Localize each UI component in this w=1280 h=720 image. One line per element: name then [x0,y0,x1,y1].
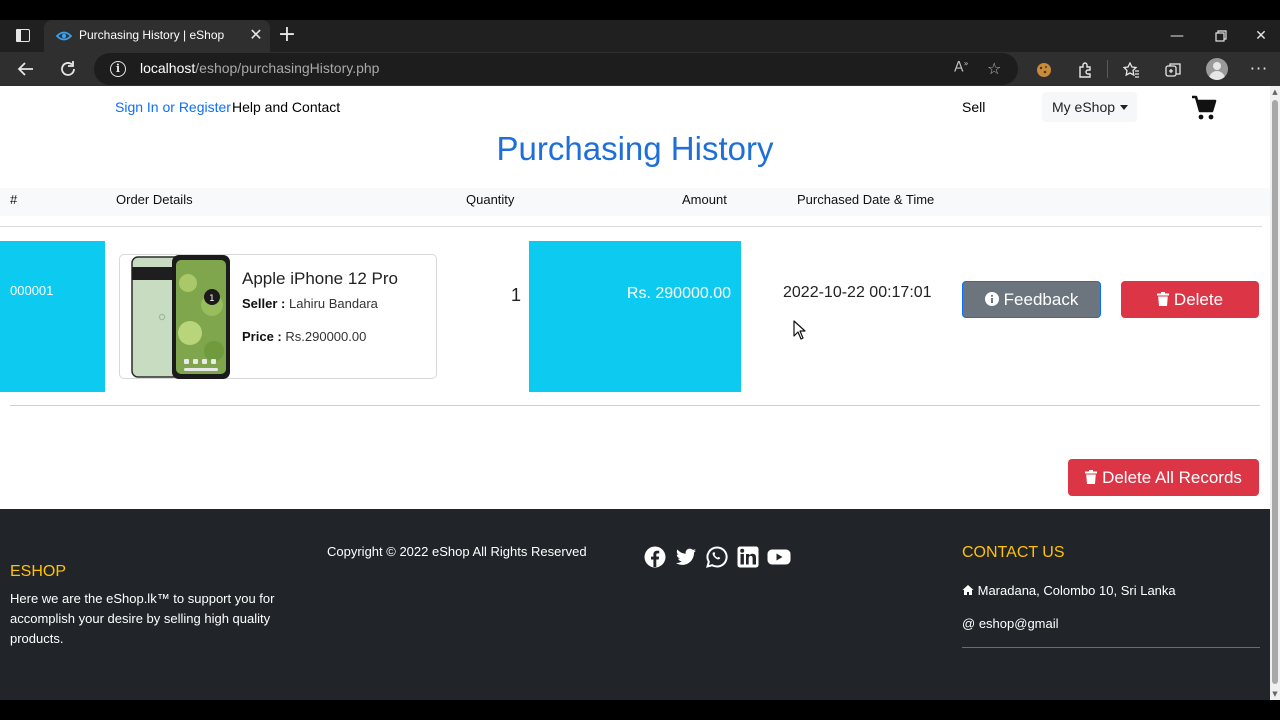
extensions-icon[interactable] [1074,58,1096,80]
url-host: localhost [140,60,196,76]
column-header-quantity: Quantity [466,192,515,207]
seller-name: Lahiru Bandara [288,296,378,311]
minimize-icon[interactable]: — [1154,20,1200,52]
footer-brand: ESHOP [10,563,67,580]
page-viewport: Sign In or Register Help and Contact Sel… [0,86,1270,700]
contact-address-text: Maradana, Colombo 10, Sri Lanka [977,583,1176,598]
table-header: # Order Details Quantity Amount Purchase… [0,188,1270,216]
restore-icon[interactable] [1198,20,1244,52]
scroll-up-icon[interactable]: ▲ [1271,88,1279,96]
at-sign-icon: @ [962,616,976,631]
product-name: Apple iPhone 12 Pro [242,269,398,288]
address-bar[interactable]: i localhost/eshop/purchasingHistory.php … [94,53,1018,85]
price-value: Rs.290000.00 [285,329,367,344]
youtube-icon[interactable] [767,546,791,568]
close-window-icon[interactable]: ✕ [1242,20,1280,52]
more-options-icon[interactable]: ··· [1248,58,1270,80]
delete-button[interactable]: Delete [1121,281,1259,318]
contact-address: Maradana, Colombo 10, Sri Lanka [962,583,1176,598]
cookie-extension-icon[interactable] [1033,58,1055,80]
delete-label: Delete [1173,290,1224,309]
feedback-button[interactable]: Feedback [962,281,1101,318]
column-header-purchased-datetime: Purchased Date & Time [797,192,935,207]
my-eshop-dropdown[interactable]: My eShop [1042,92,1137,122]
info-circle-icon [984,292,999,307]
add-favorite-icon[interactable]: ☆ [987,59,1001,78]
product-image: 1 [131,255,230,379]
trash-icon [1156,292,1169,307]
seller-line: Seller : Lahiru Bandara [242,296,378,311]
tab-actions-icon[interactable] [14,27,32,45]
contact-email[interactable]: @ eshop@gmail [962,616,1059,631]
row-divider [10,405,1260,406]
column-header-order-details: Order Details [116,192,193,207]
contact-email-text: eshop@gmail [978,616,1059,631]
quantity-value: 1 [511,285,522,305]
price-label: Price : [242,329,282,344]
price-line: Price : Rs.290000.00 [242,329,366,344]
url-text[interactable]: localhost/eshop/purchasingHistory.php [140,60,379,76]
order-id: 000001 [10,283,54,298]
eshop-favicon-icon [56,31,72,41]
delete-all-label: Delete All Records [1102,468,1242,487]
profile-avatar[interactable] [1206,58,1228,80]
help-contact-link[interactable]: Help and Contact [232,99,340,115]
linkedin-icon[interactable] [737,546,759,568]
amount-cell: Rs. 290000.00 [529,241,741,392]
scroll-down-icon[interactable]: ▼ [1271,690,1279,698]
column-header-number: # [10,192,18,207]
contact-us-title: CONTACT US [962,544,1065,561]
feedback-label: Feedback [1003,290,1079,309]
tab-title: Purchasing History | eShop [79,28,225,42]
sell-link[interactable]: Sell [962,99,985,115]
toolbar-separator [1107,60,1108,78]
new-tab-icon[interactable]: + [277,24,297,46]
footer-about-text: Here we are the eShop.lk™ to support you… [10,591,275,646]
home-icon [962,585,974,595]
tab-active[interactable]: Purchasing History | eShop ✕ [44,20,270,52]
copyright-text: Copyright © 2022 eShop All Rights Reserv… [327,544,587,559]
refresh-icon[interactable] [55,56,81,82]
back-icon[interactable] [13,56,39,82]
amount-value: Rs. 290000.00 [626,285,731,302]
seller-label: Seller : [242,296,286,311]
site-info-icon[interactable]: i [110,61,126,77]
vertical-scrollbar[interactable]: ▲ ▼ [1270,86,1280,700]
collections-icon[interactable] [1162,58,1184,80]
signin-register-link[interactable]: Sign In or Register [115,99,231,115]
url-path: /eshop/purchasingHistory.php [195,60,380,76]
delete-all-records-button[interactable]: Delete All Records [1068,459,1259,496]
purchased-datetime: 2022-10-22 00:17:01 [783,284,932,301]
cart-icon[interactable] [1190,94,1218,122]
product-card: 1 Apple iPhone 12 Pro Seller : Lahiru Ba… [119,254,437,379]
page-title: Purchasing History [496,130,774,167]
header-divider [0,226,1262,227]
order-id-cell: 000001 [0,241,105,392]
footer: ESHOP Here we are the eShop.lk™ to suppo… [0,509,1270,700]
read-aloud-icon[interactable]: A» [954,59,968,76]
svg-text:1: 1 [209,294,215,304]
twitter-icon[interactable] [675,546,697,568]
scroll-thumb[interactable] [1272,100,1278,684]
chevron-down-icon [1120,105,1128,110]
browser-toolbar: i localhost/eshop/purchasingHistory.php … [0,52,1280,86]
browser-window: Purchasing History | eShop ✕ + — ✕ i loc… [0,0,1280,720]
facebook-icon[interactable] [644,546,666,568]
whatsapp-icon[interactable] [706,546,728,568]
favorites-icon[interactable] [1120,58,1142,80]
column-header-amount: Amount [682,192,727,207]
tab-close-icon[interactable]: ✕ [248,26,264,44]
tab-bar: Purchasing History | eShop ✕ + — ✕ [0,20,1280,52]
contact-divider [962,647,1260,648]
mouse-cursor [793,320,807,340]
my-eshop-label: My eShop [1052,99,1116,115]
trash-icon [1085,470,1098,485]
